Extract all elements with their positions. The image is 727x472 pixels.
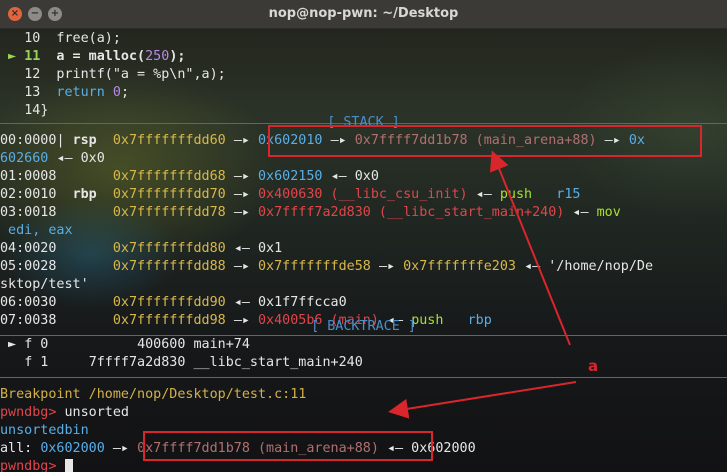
- titlebar: × − + nop@nop-pwn: ~/Desktop: [0, 0, 727, 29]
- terminal-window: × − + nop@nop-pwn: ~/Desktop 10 free(a);…: [0, 0, 727, 472]
- window-title: nop@nop-pwn: ~/Desktop: [268, 6, 459, 21]
- annotation-arrow: [489, 150, 571, 346]
- annotation-arrows: [388, 150, 577, 419]
- annotation-arrow: [388, 381, 577, 419]
- terminal-content[interactable]: 10 free(a); ► 11 a = malloc(250); 12 pri…: [0, 29, 727, 472]
- annotation-label: a: [588, 357, 599, 375]
